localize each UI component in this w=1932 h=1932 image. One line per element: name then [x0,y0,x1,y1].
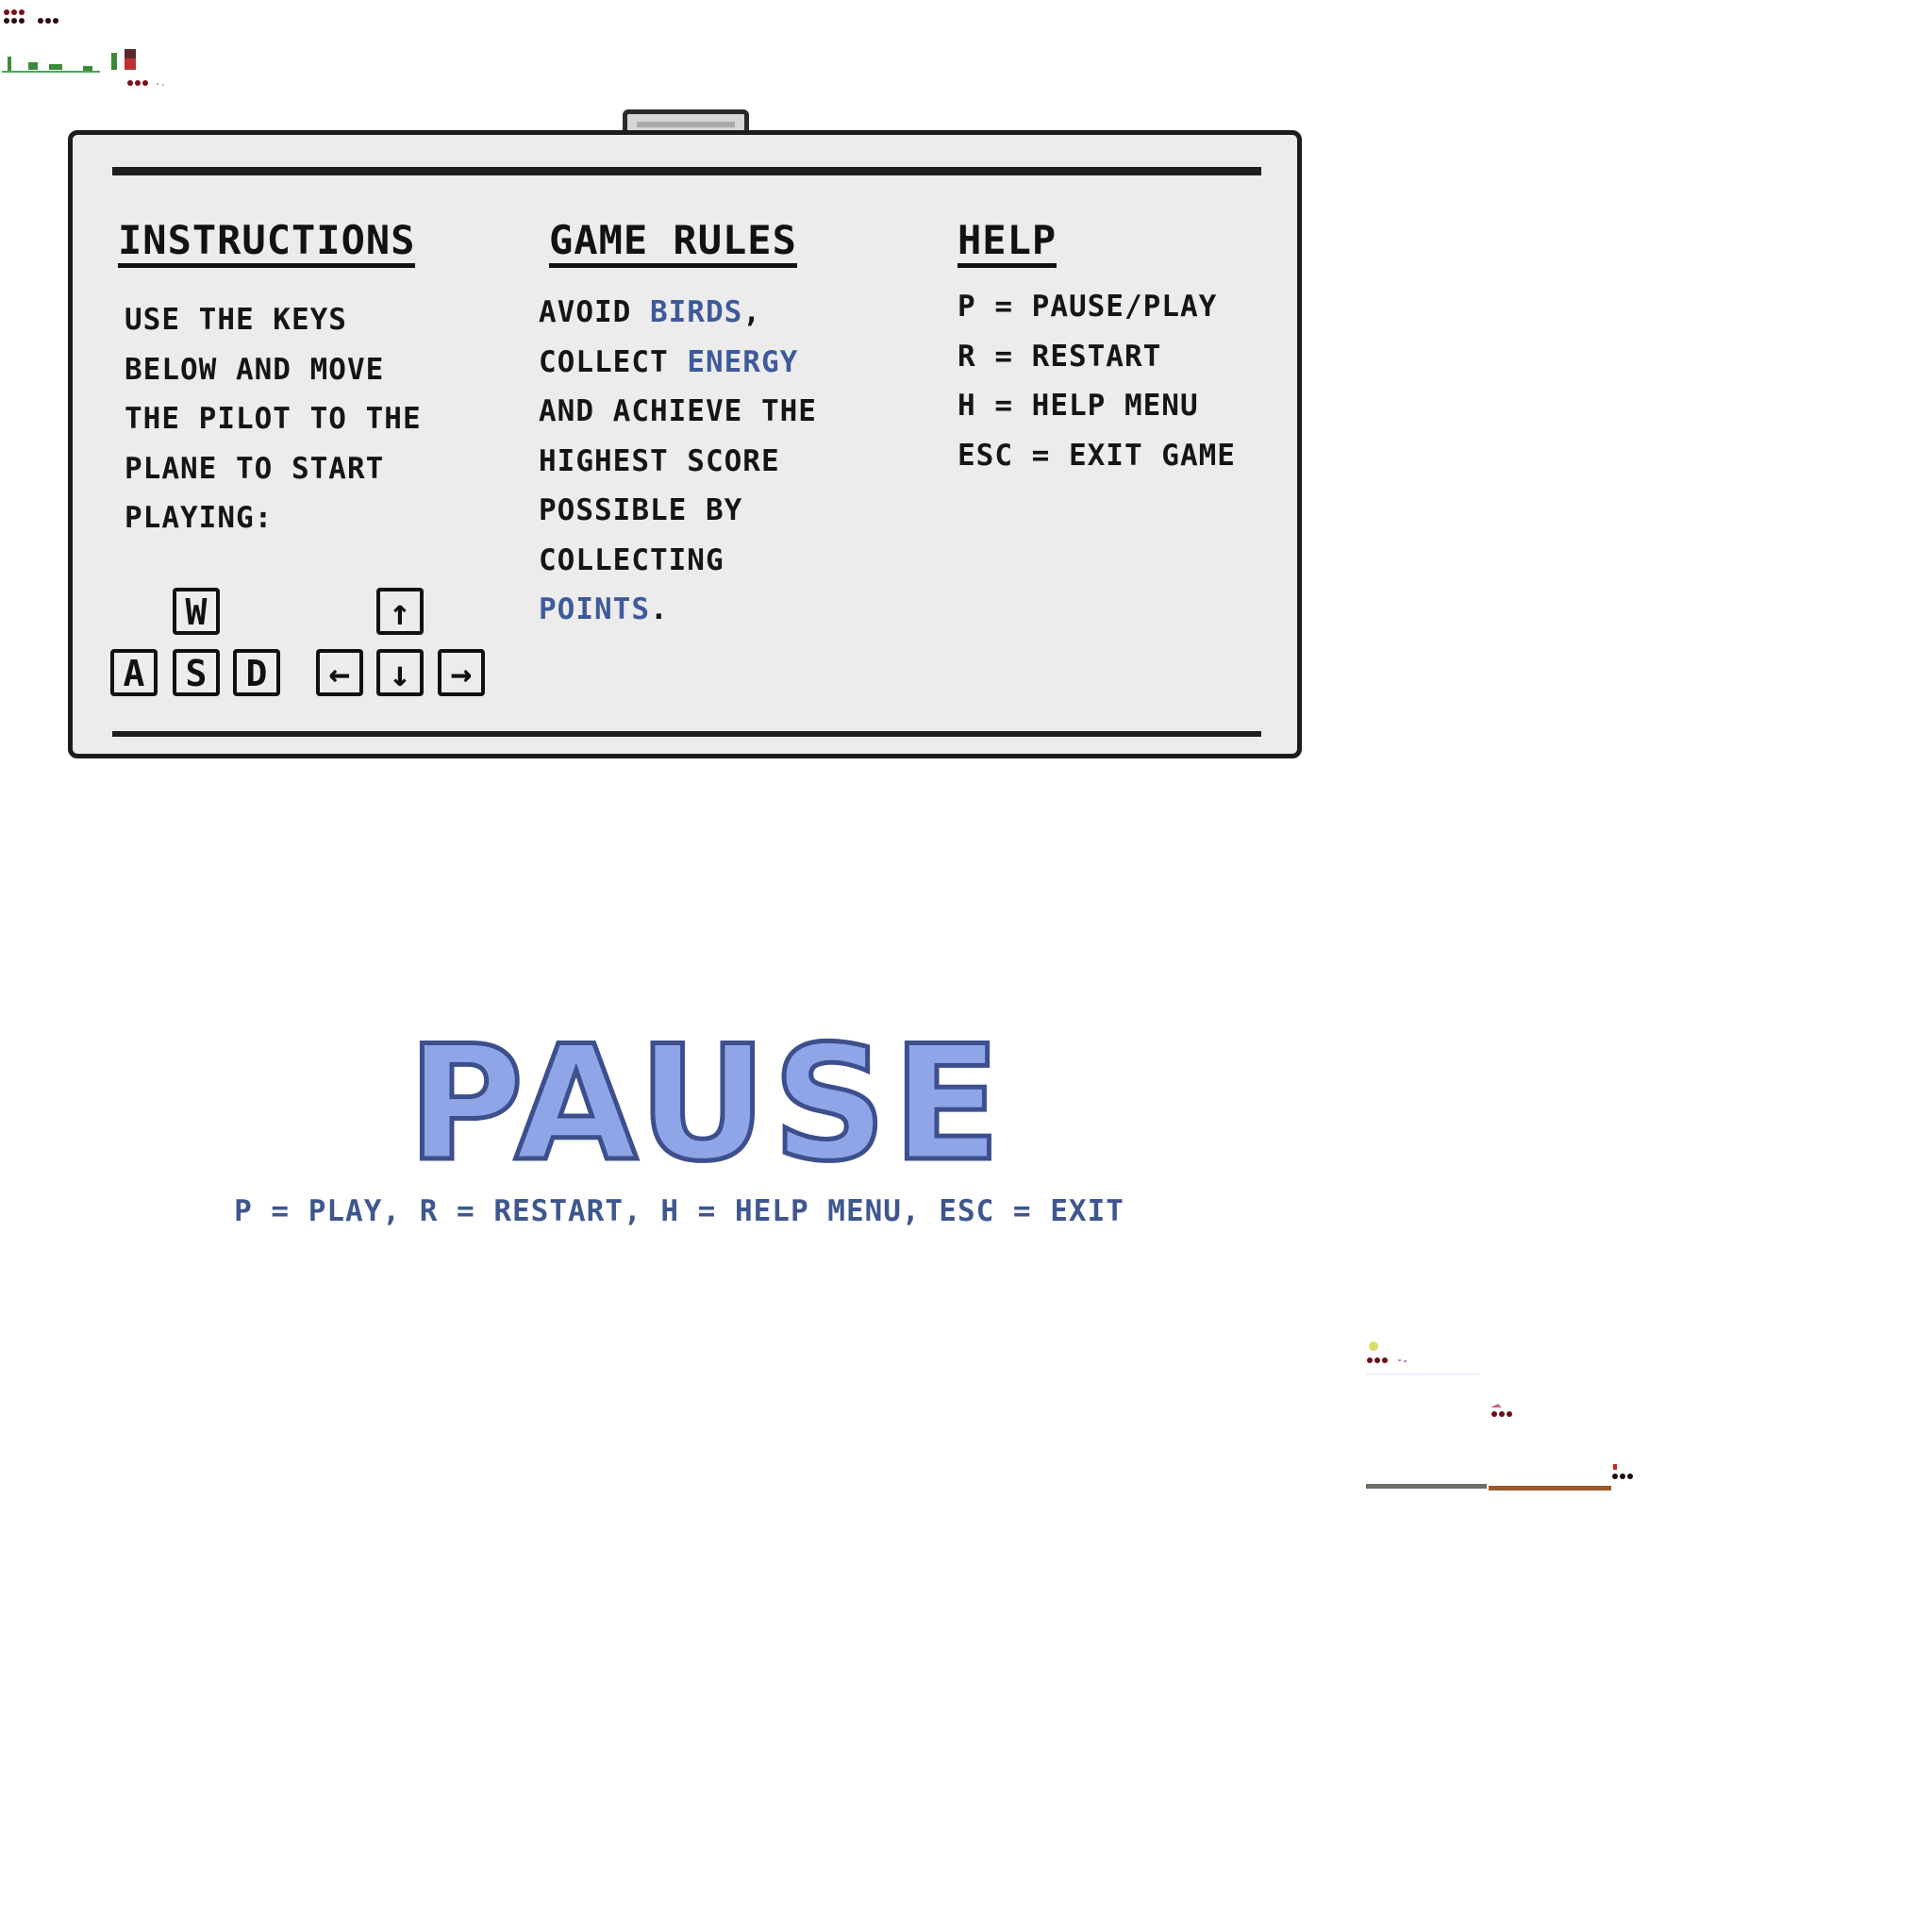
game-rules-text: AVOID BIRDS, COLLECT ENERGY AND ACHIEVE … [539,288,817,635]
pause-controls-text: P = PLAY, R = RESTART, H = HELP MENU, ES… [234,1194,1124,1228]
key-arrow-down: ↓ [376,649,424,696]
instructions-title: INSTRUCTIONS [118,220,416,268]
help-line-1: P = PAUSE/PLAY [958,290,1218,324]
rules-line-2: COLLECT ENERGY [539,344,799,379]
help-line-4: ESC = EXIT GAME [958,438,1236,473]
cloud-sprite-strip [1366,1364,1479,1375]
help-panel: INSTRUCTIONS USE THE KEYS BELOW AND MOVE… [68,130,1302,758]
instructions-text: USE THE KEYS BELOW AND MOVE THE PILOT TO… [125,295,422,543]
instructions-line-3: THE PILOT TO THE [125,402,422,436]
rules-line-4: HIGHEST SCORE [539,443,780,478]
hearts-sprite-row-1 [3,2,29,15]
birds-highlight: BIRDS [649,295,743,329]
instructions-line-2: BELOW AND MOVE [125,352,385,387]
key-arrow-left: ← [316,649,363,696]
key-arrow-up: ↑ [376,588,424,635]
hearts-sprite-row-2 [3,10,63,24]
help-line-3: H = HELP MENU [958,389,1199,423]
help-text: P = PAUSE/PLAY R = RESTART H = HELP MENU… [958,282,1236,480]
key-w: W [173,588,220,635]
key-s: S [173,649,220,696]
rules-line-3: AND ACHIEVE THE [539,394,817,428]
bird-sprite [1489,1402,1530,1419]
rules-line-5: POSSIBLE BY [539,493,743,527]
hearts-sprite-row-5 [1611,1464,1645,1481]
pilot-sprite [109,47,142,75]
key-arrow-right: → [438,649,485,696]
key-d: D [233,649,280,696]
pause-title: PAUSE [406,1011,1007,1196]
key-a: A [110,649,158,696]
game-rules-title: GAME RULES [549,220,797,268]
hearts-sprite-row-3 [126,73,174,86]
grass-sprite-strip [2,49,100,74]
instructions-line-1: USE THE KEYS [125,303,347,337]
rules-line-1: AVOID BIRDS, [539,295,761,329]
points-highlight: POINTS [539,592,650,626]
energy-orb-sprite [1368,1338,1379,1351]
energy-highlight: ENERGY [687,344,799,379]
ground-sprite-gray [1366,1474,1487,1489]
rules-line-6: COLLECTING [539,542,724,577]
rules-line-7: POINTS. [539,592,669,626]
panel-top-rule [112,167,1261,175]
instructions-line-5: PLAYING: [125,501,274,535]
help-title: HELP [958,220,1058,268]
ground-sprite-dirt [1489,1476,1611,1491]
instructions-line-4: PLANE TO START [125,451,385,486]
hearts-sprite-row-4 [1366,1351,1423,1363]
help-line-2: R = RESTART [958,339,1162,374]
panel-bottom-rule [112,731,1261,737]
